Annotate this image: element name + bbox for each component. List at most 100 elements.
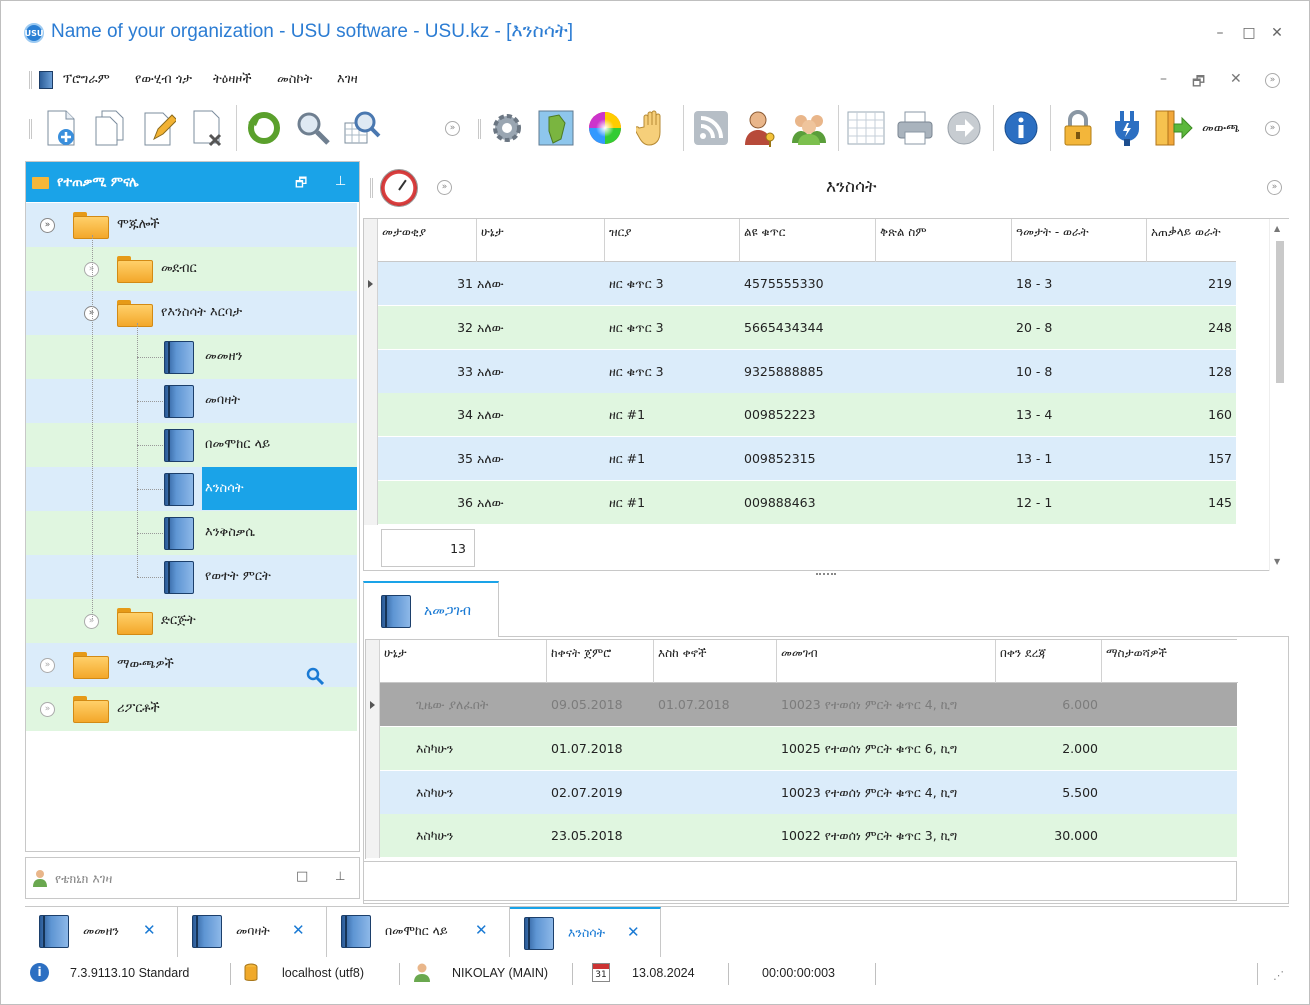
tab-feeding[interactable]: አመጋገብ [363, 581, 499, 637]
table-cell[interactable]: አለው [477, 350, 605, 394]
info-icon[interactable] [1001, 107, 1041, 149]
content-grip[interactable] [370, 178, 373, 198]
column-header[interactable]: ከቀናት ጀምሮ [547, 640, 654, 683]
table-cell[interactable]: ዘር #1 [605, 481, 740, 525]
menu-database[interactable]: የውሂብ ጎታ [135, 72, 192, 87]
column-header[interactable]: ልዩ ቁጥር [740, 219, 876, 262]
tree-item-movement[interactable]: እንቅስቃሴ [26, 511, 357, 555]
table-cell[interactable] [1102, 727, 1237, 771]
table-cell[interactable]: አለው [477, 481, 605, 525]
column-header[interactable]: አጠቃላይ ወራት [1147, 219, 1236, 262]
toolbar-options-icon[interactable]: » [445, 121, 460, 136]
plug-icon[interactable] [1107, 107, 1147, 149]
table-cell[interactable] [876, 481, 1012, 525]
tree-item-weighing[interactable]: መመዘን [26, 335, 357, 379]
table-cell[interactable] [876, 262, 1012, 306]
column-header[interactable]: ማስታወሻዎች [1102, 640, 1237, 683]
table-row[interactable]: 31 አለው ዘር ቁጥር 3 4575555330 18 - 3 219 [364, 262, 1236, 306]
table-cell[interactable]: አለው [477, 262, 605, 306]
doc-tab-breeding[interactable]: መባዛት ✕ [178, 907, 327, 957]
table-cell[interactable]: ዘር ቁጥር 3 [605, 306, 740, 350]
table-cell[interactable]: 02.07.2019 [547, 771, 654, 815]
mdi-restore-button[interactable]: 🗗 [1192, 71, 1205, 95]
clock-icon[interactable] [380, 169, 418, 207]
menu-window[interactable]: መስኮት [277, 72, 312, 87]
table-cell[interactable]: አለው [477, 437, 605, 481]
tree-item-testing[interactable]: በመሞከር ላይ [26, 423, 357, 467]
table-cell[interactable]: 009888463 [740, 481, 876, 525]
table-row[interactable]: እስካሁን 01.07.2018 10025 የተወሰነ ምርት ቁጥር 6, ኪግ… [366, 726, 1237, 771]
table-cell[interactable]: 10 - 8 [1012, 350, 1147, 394]
table-cell[interactable]: 5665434344 [740, 306, 876, 350]
row-indicator[interactable] [364, 393, 378, 438]
row-indicator[interactable] [366, 683, 380, 727]
tree-item-store[interactable]: » መደብር [26, 247, 357, 291]
search-icon[interactable] [293, 107, 333, 149]
tree-item-livestock[interactable]: » የእንስሳት እርባታ [26, 291, 357, 335]
table-cell[interactable]: 10023 የተወሰነ ምርት ቁጥር 4, ኪግ [777, 771, 996, 815]
table-row[interactable]: 34 አለው ዘር #1 009852223 13 - 4 160 [364, 393, 1236, 438]
row-indicator[interactable] [364, 481, 378, 525]
content-options-icon[interactable]: » [437, 180, 452, 195]
table-cell[interactable]: 32 [378, 306, 477, 350]
settings-gear-icon[interactable] [487, 107, 527, 149]
table-cell[interactable] [654, 727, 777, 771]
row-indicator[interactable] [366, 726, 380, 771]
table-cell[interactable] [1102, 771, 1237, 815]
expand-icon[interactable]: » [40, 658, 55, 673]
users-group-icon[interactable] [789, 107, 829, 149]
table-cell[interactable] [654, 771, 777, 815]
table-row[interactable]: 36 አለው ዘር #1 009888463 12 - 1 145 [364, 481, 1236, 525]
table-cell[interactable]: 219 [1147, 262, 1236, 306]
table-cell[interactable]: 23.05.2018 [547, 814, 654, 858]
tree-item-reports[interactable]: » ሪፖርቶች [26, 687, 357, 731]
table-cell[interactable]: 9325888885 [740, 350, 876, 394]
hand-icon[interactable] [634, 107, 674, 149]
panel-restore-icon[interactable]: 🗗 [295, 174, 307, 196]
table-cell[interactable]: 34 [378, 393, 477, 437]
animals-vertical-scrollbar[interactable]: ▲ ▼ [1269, 219, 1289, 571]
row-indicator[interactable] [366, 814, 380, 859]
table-cell[interactable] [876, 306, 1012, 350]
maximize-button[interactable]: □ [1241, 25, 1257, 41]
toolbar-grip[interactable] [29, 119, 32, 139]
table-cell[interactable]: 6.000 [996, 683, 1102, 727]
advanced-search-icon[interactable] [342, 107, 382, 149]
table-cell[interactable]: 01.07.2018 [654, 683, 777, 727]
row-indicator[interactable] [364, 262, 378, 306]
table-cell[interactable]: 35 [378, 437, 477, 481]
doc-tab-weighing[interactable]: መመዘን ✕ [25, 907, 178, 957]
panel-restore-icon[interactable]: □ [296, 869, 308, 884]
column-header[interactable]: ዓመታት - ወራት [1012, 219, 1147, 262]
menu-program[interactable]: ፕሮግራም [63, 72, 110, 87]
info-icon[interactable]: i [30, 963, 49, 982]
column-header[interactable]: ዝርያ [605, 219, 740, 262]
edit-record-icon[interactable] [139, 107, 179, 149]
toolbar2-options-icon[interactable]: » [1265, 121, 1280, 136]
table-cell[interactable]: እስካሁን [380, 727, 547, 771]
table-cell[interactable]: እስካሁን [380, 771, 547, 815]
table-cell[interactable]: ዘር ቁጥር 3 [605, 350, 740, 394]
map-icon[interactable] [536, 107, 576, 149]
panel-splitter[interactable] [816, 573, 836, 577]
doc-tab-testing[interactable]: በመሞከር ላይ ✕ [327, 907, 510, 957]
column-header[interactable]: እስከ ቀኖች [654, 640, 777, 683]
nav-search-icon[interactable] [306, 667, 325, 689]
table-cell[interactable] [654, 814, 777, 858]
table-cell[interactable]: 13 - 1 [1012, 437, 1147, 481]
table-cell[interactable]: ዘር #1 [605, 437, 740, 481]
table-row[interactable]: ጊዜው ያለፈበት 09.05.2018 01.07.2018 10023 የተወሰነ… [366, 683, 1237, 727]
toolbar2-grip[interactable] [478, 119, 481, 139]
tree-item-breeding[interactable]: መባዛት [26, 379, 357, 423]
table-cell[interactable]: 009852223 [740, 393, 876, 437]
column-header[interactable]: መታወቂያ [378, 219, 477, 262]
table-cell[interactable]: 160 [1147, 393, 1236, 437]
table-cell[interactable]: 31 [378, 262, 477, 306]
table-cell[interactable]: እስካሁን [380, 814, 547, 858]
lock-icon[interactable] [1058, 107, 1098, 149]
tree-item-milk-production[interactable]: የወተት ምርት [26, 555, 357, 599]
close-tab-icon[interactable]: ✕ [292, 921, 305, 939]
expand-icon[interactable]: » [40, 702, 55, 717]
mdi-minimize-button[interactable]: – [1160, 71, 1167, 87]
tree-item-animals[interactable]: እንስሳት [26, 467, 357, 511]
